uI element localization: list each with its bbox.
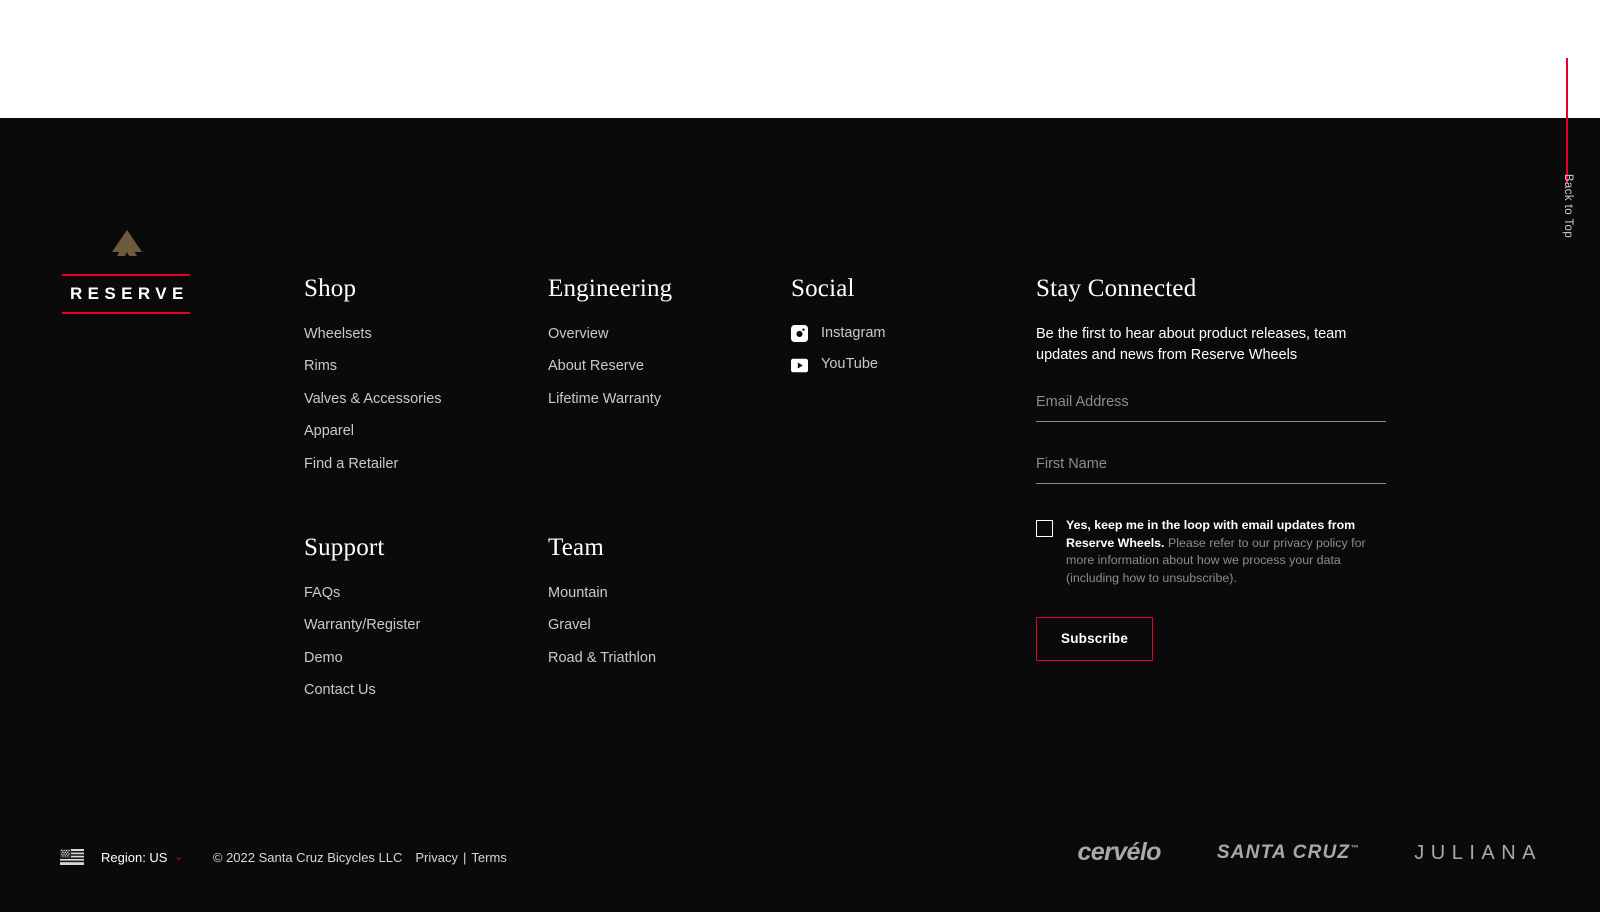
page-content-area-above-footer <box>0 0 1600 118</box>
footer-main: RESERVE Shop Wheelsets Rims Valves & Acc… <box>0 118 1600 798</box>
consent-text: Yes, keep me in the loop with email upda… <box>1066 517 1386 587</box>
list-item: Contact Us <box>304 681 420 699</box>
youtube-icon <box>791 358 808 372</box>
social-label-youtube[interactable]: YouTube <box>821 356 878 373</box>
link-demo[interactable]: Demo <box>304 650 343 667</box>
link-mountain[interactable]: Mountain <box>548 585 608 602</box>
list-item: Rims <box>304 357 442 375</box>
site-footer: RESERVE Shop Wheelsets Rims Valves & Acc… <box>0 118 1600 912</box>
santa-cruz-logo[interactable]: SANTA CRUZ™ <box>1217 843 1358 862</box>
instagram-icon <box>791 325 808 343</box>
link-apparel[interactable]: Apparel <box>304 423 354 440</box>
link-contact-us[interactable]: Contact Us <box>304 682 376 699</box>
list-item: Road & Triathlon <box>548 649 656 667</box>
first-name-input[interactable] <box>1036 455 1386 484</box>
region-selector[interactable]: Region: US ⌄ <box>101 850 183 865</box>
consent-row: Yes, keep me in the loop with email upda… <box>1036 517 1386 587</box>
back-to-top-label[interactable]: Back to Top <box>1562 166 1574 246</box>
email-input[interactable] <box>1036 393 1386 422</box>
reserve-logo-block[interactable]: RESERVE <box>62 222 192 314</box>
link-find-a-retailer[interactable]: Find a Retailer <box>304 456 398 473</box>
footer-bottom-left: Region: US ⌄ © 2022 Santa Cruz Bicycles L… <box>60 849 507 865</box>
us-flag-icon <box>60 849 84 865</box>
newsletter-blurb: Be the first to hear about product relea… <box>1036 326 1347 364</box>
subscribe-button[interactable]: Subscribe <box>1036 617 1154 662</box>
santa-cruz-logo-text: SANTA CRUZ <box>1216 842 1351 863</box>
link-list-team: Mountain Gravel Road & Triathlon <box>548 584 656 667</box>
footer-column-support: Support FAQs Warranty/Register Demo Cont… <box>304 535 420 714</box>
list-item: Wheelsets <box>304 325 442 343</box>
link-warranty-register[interactable]: Warranty/Register <box>304 617 420 634</box>
list-item: About Reserve <box>548 357 672 375</box>
column-heading-team: Team <box>548 534 604 561</box>
social-label-instagram[interactable]: Instagram <box>821 325 885 342</box>
list-item: Find a Retailer <box>304 455 442 473</box>
link-gravel[interactable]: Gravel <box>548 617 591 634</box>
copyright-text: © 2022 Santa Cruz Bicycles LLC <box>212 849 403 865</box>
social-item-instagram[interactable]: Instagram <box>791 325 885 343</box>
footer-bottom-bar: Region: US ⌄ © 2022 Santa Cruz Bicycles L… <box>0 812 1600 912</box>
page-root: Back to Top RESERVE Shop Wheelsets Rims … <box>0 0 1600 912</box>
list-item: Warranty/Register <box>304 616 420 634</box>
link-overview[interactable]: Overview <box>548 326 608 343</box>
link-about-reserve[interactable]: About Reserve <box>548 358 644 375</box>
list-item: Lifetime Warranty <box>548 390 672 408</box>
newsletter-signup: Stay Connected Be the first to hear abou… <box>1036 275 1386 662</box>
link-road-triathlon[interactable]: Road & Triathlon <box>548 650 656 667</box>
reserve-chevron-icon <box>112 230 142 256</box>
newsletter-heading: Stay Connected <box>1036 275 1197 302</box>
list-item: Apparel <box>304 422 442 440</box>
trademark-symbol: ™ <box>1350 843 1359 853</box>
list-item: Valves & Accessories <box>304 390 442 408</box>
terms-link[interactable]: Terms <box>471 850 506 865</box>
cervelo-logo[interactable]: cervélo <box>1077 840 1161 865</box>
column-heading-engineering: Engineering <box>548 275 673 302</box>
reserve-wordmark: RESERVE <box>70 284 189 303</box>
social-item-youtube[interactable]: YouTube <box>791 356 885 373</box>
privacy-link[interactable]: Privacy <box>415 850 458 865</box>
link-rims[interactable]: Rims <box>304 358 337 375</box>
link-faqs[interactable]: FAQs <box>304 585 340 602</box>
footer-column-team: Team Mountain Gravel Road & Triathlon <box>548 535 656 681</box>
juliana-logo[interactable]: JULIANA <box>1414 843 1542 863</box>
legal-links: Privacy | Terms <box>415 850 506 865</box>
link-valves-accessories[interactable]: Valves & Accessories <box>304 391 442 408</box>
email-field-wrapper <box>1036 393 1386 422</box>
link-wheelsets[interactable]: Wheelsets <box>304 326 372 343</box>
list-item: Demo <box>304 649 420 667</box>
chevron-down-icon: ⌄ <box>174 851 183 863</box>
list-item: FAQs <box>304 584 420 602</box>
list-item: Gravel <box>548 616 656 634</box>
column-heading-shop: Shop <box>304 275 357 302</box>
footer-column-shop: Shop Wheelsets Rims Valves & Accessories… <box>304 276 442 487</box>
social-link-list: Instagram YouTube <box>791 325 885 374</box>
first-name-field-wrapper <box>1036 455 1386 484</box>
partner-logo-group: cervélo SANTA CRUZ™ JULIANA <box>1077 840 1542 865</box>
logo-rule-bottom <box>62 312 190 314</box>
link-lifetime-warranty[interactable]: Lifetime Warranty <box>548 391 661 408</box>
column-heading-support: Support <box>304 534 385 561</box>
list-item: Mountain <box>548 584 656 602</box>
list-item: Overview <box>548 325 672 343</box>
legal-separator: | <box>463 849 467 865</box>
link-list-engineering: Overview About Reserve Lifetime Warranty <box>548 325 672 408</box>
footer-column-social: Social Instagram YouTube <box>791 276 885 388</box>
link-list-shop: Wheelsets Rims Valves & Accessories Appa… <box>304 325 442 473</box>
consent-checkbox[interactable] <box>1036 519 1053 537</box>
region-label: Region: US <box>101 849 168 865</box>
footer-column-engineering: Engineering Overview About Reserve Lifet… <box>548 276 672 422</box>
column-heading-social: Social <box>791 275 855 302</box>
link-list-support: FAQs Warranty/Register Demo Contact Us <box>304 584 420 700</box>
back-to-top-control[interactable]: Back to Top <box>1558 40 1600 300</box>
